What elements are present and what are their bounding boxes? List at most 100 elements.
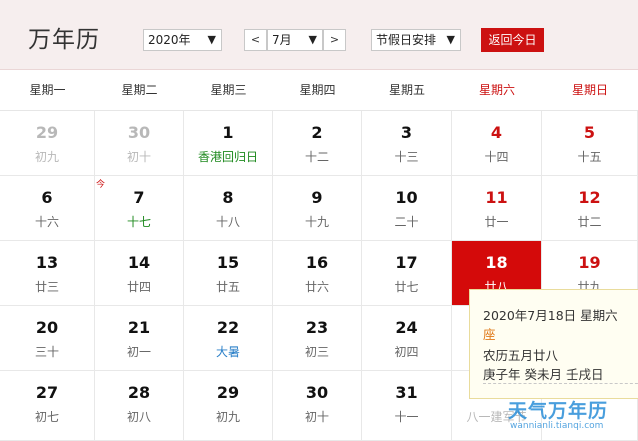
day-number: 24 [395, 318, 418, 337]
calendar-day-cell[interactable]: 4 十四 [452, 111, 542, 176]
calendar-day-cell[interactable]: 30 初十 [273, 371, 362, 441]
calendar-day-cell[interactable]: 10 二十 [362, 176, 452, 241]
holiday-select[interactable]: 节假日安排 ▼ [371, 29, 461, 51]
day-number: 21 [127, 318, 151, 337]
year-select-value: 2020年 [148, 33, 191, 47]
lunar-date: 三十 [34, 345, 59, 359]
lunar-date: 十九 [304, 215, 329, 229]
chevron-down-icon: ▼ [207, 33, 216, 46]
day-number: 17 [395, 253, 418, 272]
prev-month-button[interactable]: < [244, 29, 267, 51]
popup-date: 2020年7月18日 星期六 [483, 308, 618, 323]
calendar-day-cell[interactable]: 7 十七 今 [95, 176, 184, 241]
day-number: 30 [127, 123, 151, 142]
calendar-day-cell[interactable]: 31 十一 [362, 371, 452, 441]
day-number: 16 [305, 253, 329, 272]
day-number: 8 [222, 188, 234, 207]
day-number: 1 [222, 123, 234, 142]
popup-divider [483, 383, 638, 384]
day-number: 27 [35, 383, 59, 402]
day-number: 28 [127, 383, 151, 402]
back-to-today-button[interactable]: 返回今日 [481, 28, 544, 52]
chevron-down-icon: ▼ [308, 33, 317, 46]
lunar-date: 十四 [484, 150, 509, 164]
calendar-day-cell[interactable]: 3 十三 [362, 111, 452, 176]
calendar-day-cell[interactable]: 20 三十 [0, 306, 95, 371]
day-number: 9 [311, 188, 323, 207]
lunar-date: 大暑 [215, 345, 240, 359]
calendar-day-cell[interactable]: 13 廿三 [0, 241, 95, 306]
day-number: 31 [395, 383, 418, 402]
popup-lunar-date: 农历五月廿八 [483, 348, 559, 363]
calendar-day-cell[interactable]: 27 初七 [0, 371, 95, 441]
calendar-day-cell[interactable]: 17 廿七 [362, 241, 452, 306]
weekday-header: 星期一 星期二 星期三 星期四 星期五 星期六 星期日 [0, 70, 638, 111]
lunar-date: 十六 [34, 215, 59, 229]
day-number: 15 [216, 253, 240, 272]
day-number: 2 [311, 123, 323, 142]
calendar-day-cell[interactable]: 29 初九 [184, 371, 273, 441]
calendar-day-cell[interactable]: 5 十五 [542, 111, 638, 176]
calendar-day-cell[interactable]: 23 初三 [273, 306, 362, 371]
calendar-day-cell[interactable]: 12 廿二 [542, 176, 638, 241]
month-select[interactable]: 7月 ▼ [267, 29, 323, 51]
day-detail-popup: 2020年7月18日 星期六 座 农历五月廿八 庚子年 癸未月 壬戌日 [469, 289, 638, 399]
year-select[interactable]: 2020年 ▼ [143, 29, 222, 51]
calendar-day-cell[interactable]: 2 十二 [273, 111, 362, 176]
lunar-date: 廿一 [484, 215, 509, 229]
calendar-day-cell[interactable]: 24 初四 [362, 306, 452, 371]
calendar-day-cell[interactable]: 21 初一 [95, 306, 184, 371]
calendar-day-cell[interactable]: 1 香港回归日 [184, 111, 273, 176]
lunar-date: 廿六 [304, 280, 329, 294]
calendar-day-cell[interactable]: 29 初九 [0, 111, 95, 176]
chevron-down-icon: ▼ [446, 33, 455, 46]
day-number: 13 [35, 253, 59, 272]
weekday-label: 星期四 [299, 83, 336, 97]
day-number: 11 [485, 188, 508, 207]
calendar-day-cell[interactable]: 15 廿五 [184, 241, 273, 306]
calendar-header: 万年历 2020年 ▼ < 7月 ▼ > 节假日安排 ▼ 返回今日 [0, 0, 638, 70]
calendar-day-cell[interactable]: 14 廿四 [95, 241, 184, 306]
lunar-date: 十八 [215, 215, 240, 229]
lunar-date: 廿二 [577, 215, 602, 229]
lunar-date: 廿五 [215, 280, 240, 294]
weekday-label: 星期二 [121, 83, 158, 97]
day-number: 6 [41, 188, 53, 207]
weekday-label: 星期三 [210, 83, 247, 97]
watermark-logo: 天气万年历 [508, 400, 609, 422]
lunar-date: 初九 [215, 410, 240, 424]
calendar-day-cell[interactable]: 8 十八 [184, 176, 273, 241]
next-month-button[interactable]: > [323, 29, 346, 51]
calendar-day-cell[interactable]: 22 大暑 [184, 306, 273, 371]
lunar-date: 二十 [394, 215, 419, 229]
lunar-date: 十三 [394, 150, 419, 164]
weekday-label: 星期日 [571, 83, 608, 97]
lunar-date: 初十 [126, 150, 151, 164]
calendar-day-cell[interactable]: 30 初十 [95, 111, 184, 176]
today-badge: 今 [96, 180, 106, 190]
day-number: 23 [305, 318, 329, 337]
calendar-day-cell[interactable]: 16 廿六 [273, 241, 362, 306]
lunar-date: 初九 [34, 150, 59, 164]
lunar-date: 廿四 [126, 280, 151, 294]
day-number: 18 [485, 253, 508, 272]
day-number: 5 [583, 123, 596, 142]
popup-ganzhi: 庚子年 癸未月 壬戌日 [483, 367, 604, 382]
calendar-day-cell[interactable]: 6 十六 [0, 176, 95, 241]
calendar-day-cell[interactable]: 28 初八 [95, 371, 184, 441]
calendar-day-cell[interactable]: 9 十九 [273, 176, 362, 241]
lunar-date: 初八 [126, 410, 151, 424]
popup-zodiac: 座 [483, 327, 496, 342]
lunar-date: 十一 [394, 410, 419, 424]
lunar-date: 十五 [577, 150, 602, 164]
month-select-value: 7月 [272, 33, 292, 47]
page-title: 万年历 [28, 27, 100, 53]
day-number: 20 [35, 318, 59, 337]
lunar-date: 初七 [34, 410, 59, 424]
day-number: 3 [400, 123, 413, 142]
day-number: 30 [305, 383, 329, 402]
calendar-day-cell[interactable]: 11 廿一 [452, 176, 542, 241]
lunar-date: 香港回归日 [197, 150, 258, 164]
lunar-date: 初四 [394, 345, 419, 359]
lunar-date: 十七 [126, 215, 151, 229]
